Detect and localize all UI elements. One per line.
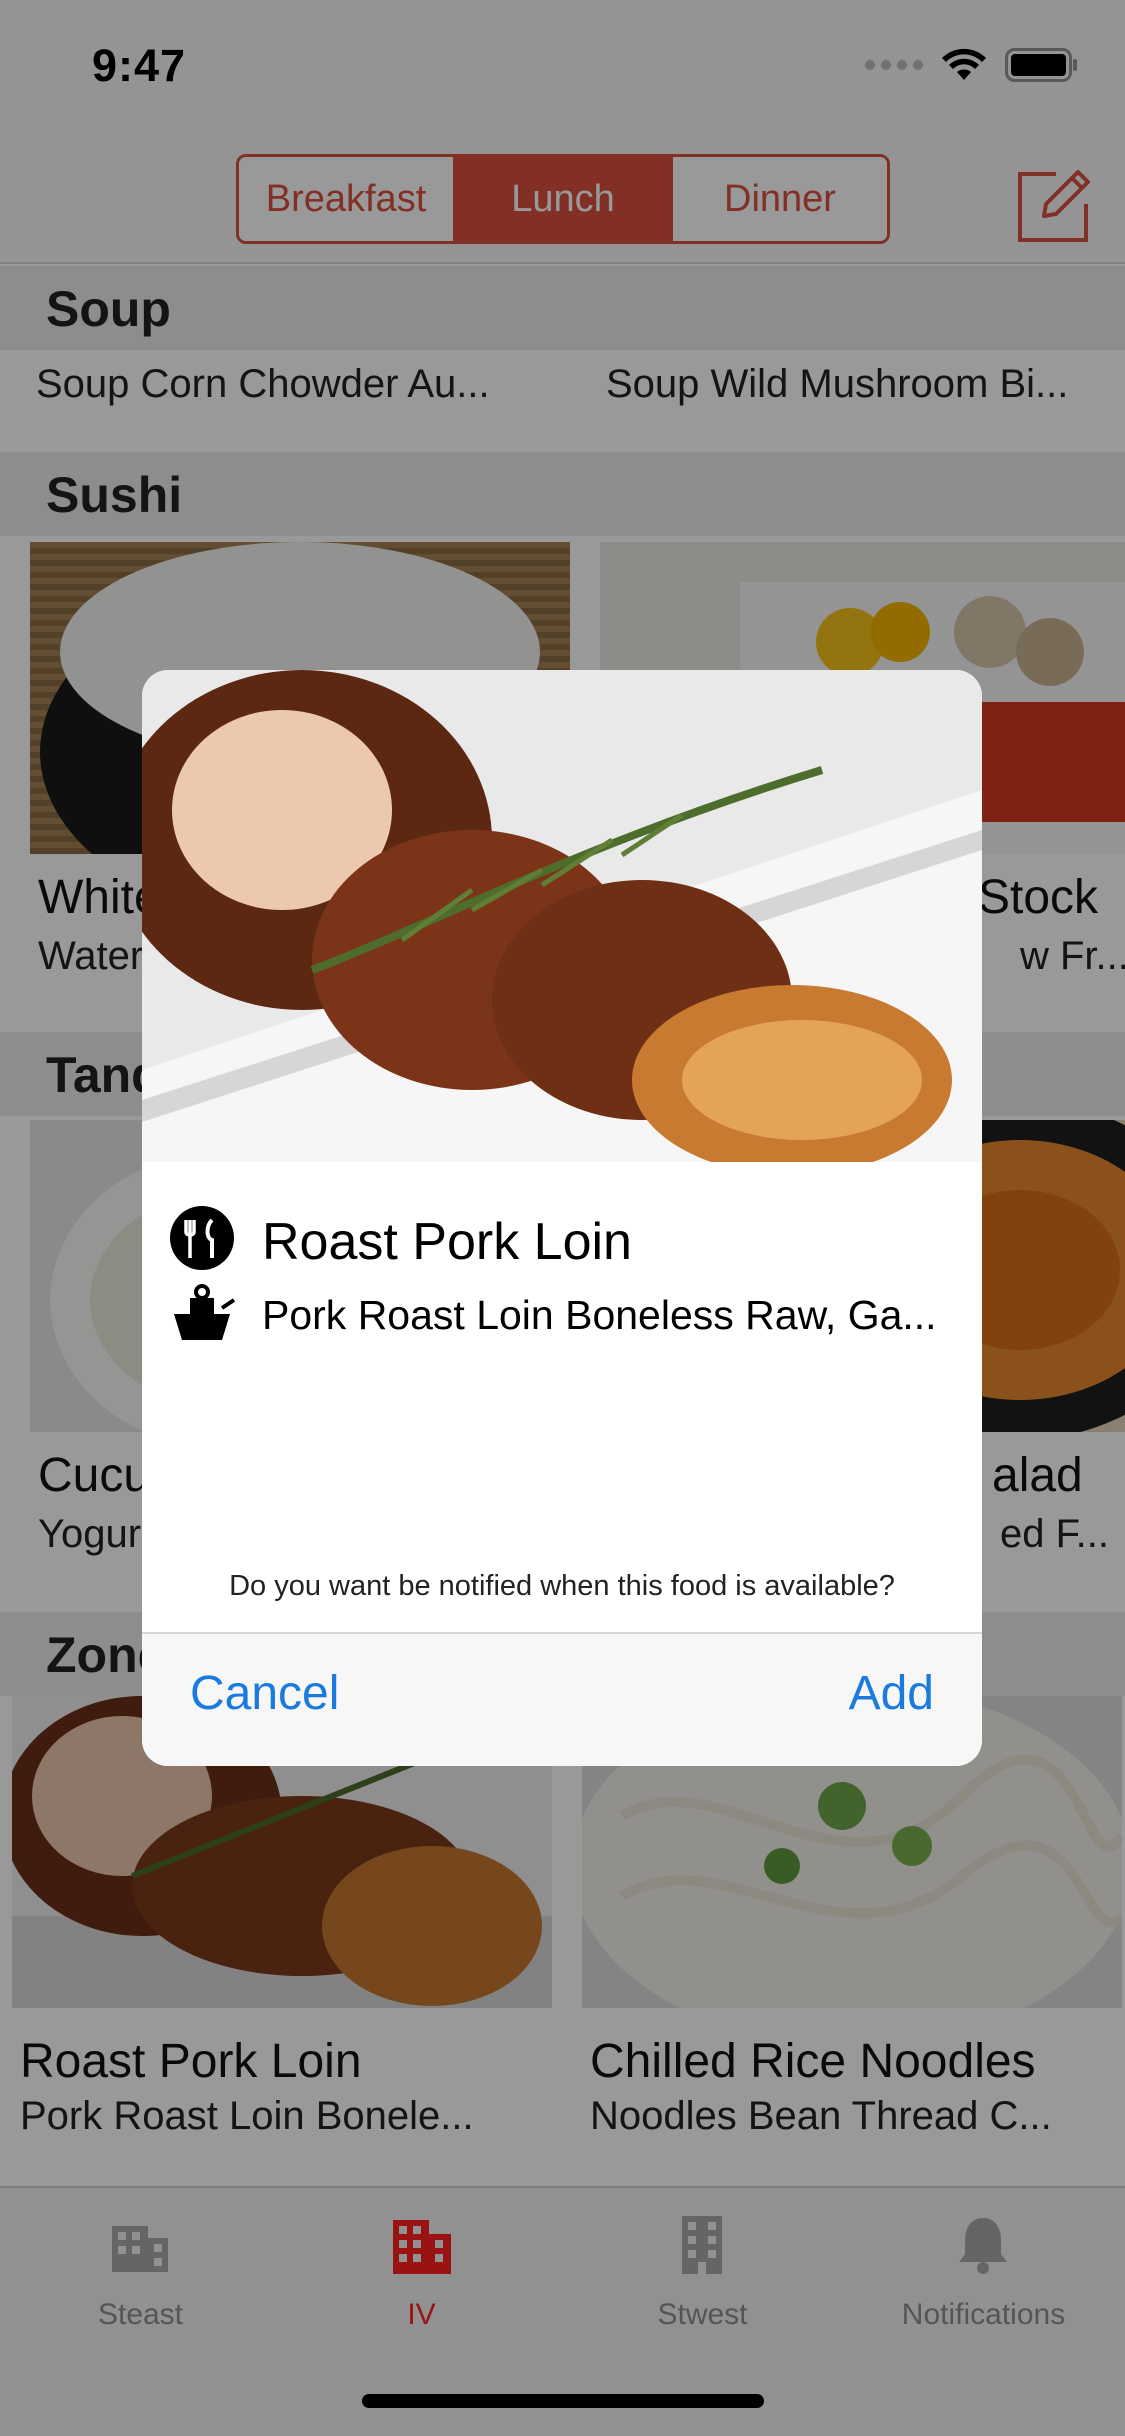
notify-alert-dialog: Roast Pork Loin Pork Roast Loin Boneless… [142, 670, 982, 1766]
food-photo [142, 670, 982, 1162]
add-button[interactable]: Add [849, 1666, 934, 1721]
cancel-button[interactable]: Cancel [190, 1666, 339, 1721]
home-indicator [362, 2394, 764, 2408]
fork-knife-icon [170, 1206, 234, 1270]
alert-subtitle: Pork Roast Loin Boneless Raw, Ga... [262, 1292, 937, 1338]
app: 9:47 Breakfast Lunch Dinner Soup Soup Co… [0, 0, 1125, 2436]
alert-title: Roast Pork Loin [262, 1213, 632, 1271]
alert-actions: Cancel Add [142, 1634, 982, 1766]
teapot-icon [174, 1284, 236, 1340]
alert-message: Do you want be notified when this food i… [229, 1570, 895, 1602]
